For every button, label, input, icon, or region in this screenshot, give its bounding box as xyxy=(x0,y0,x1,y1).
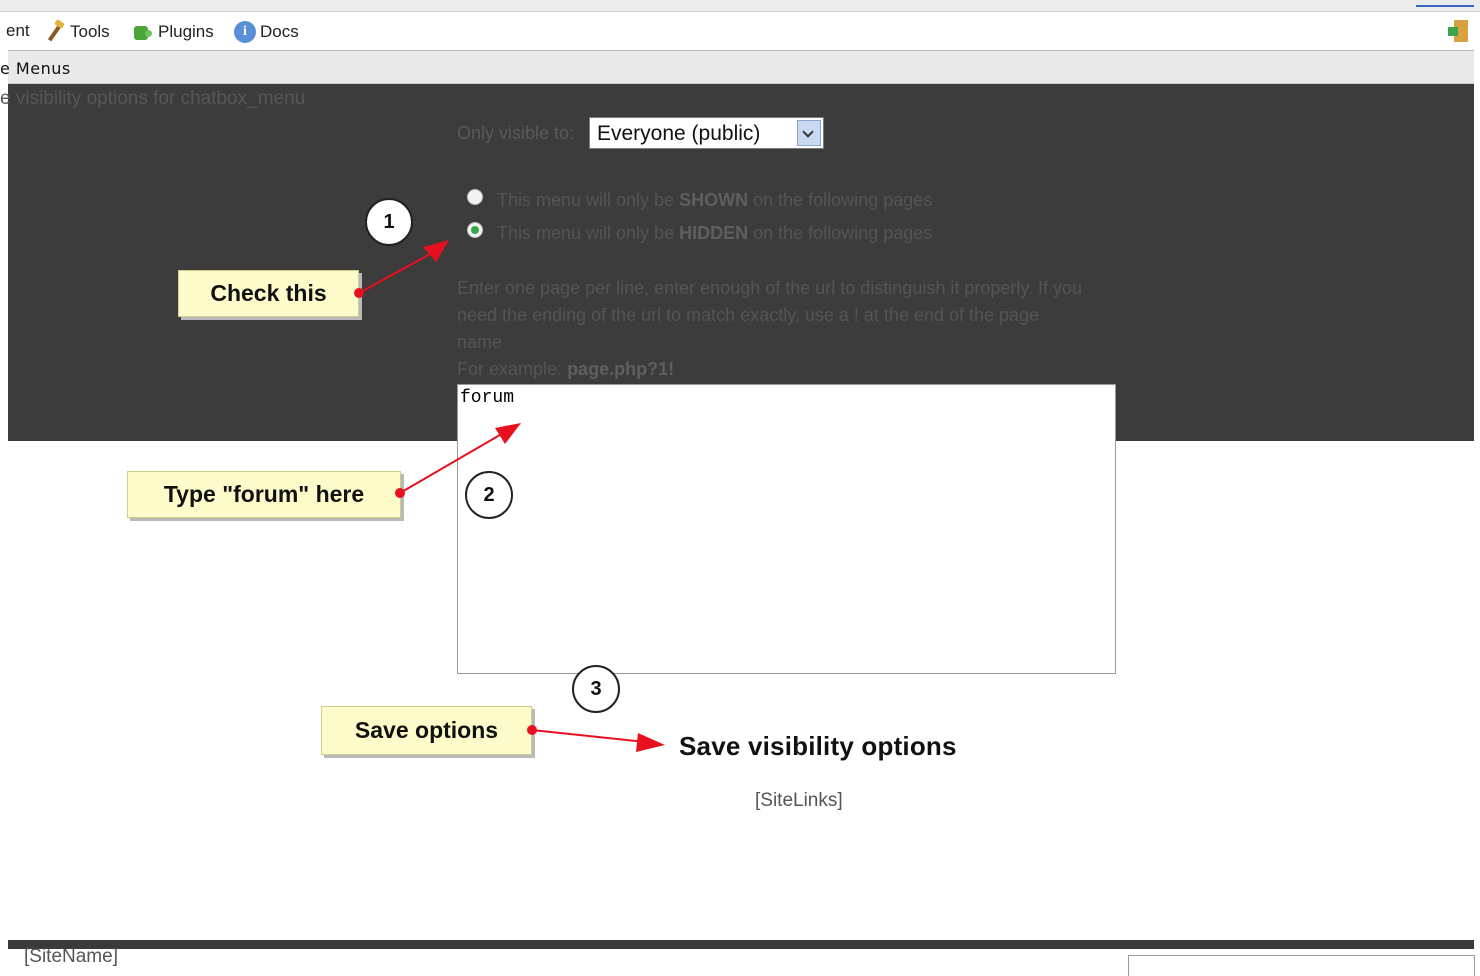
site-links: [SiteLinks] xyxy=(755,790,843,811)
arrow-3 xyxy=(527,725,665,752)
site-name: [SiteName] xyxy=(24,946,118,967)
annotation-arrows xyxy=(354,240,665,752)
footer-bar xyxy=(8,940,1474,949)
arrow-1 xyxy=(354,240,449,298)
footer-box xyxy=(1128,955,1475,976)
arrow-2 xyxy=(395,423,521,498)
save-visibility-button[interactable]: Save visibility options xyxy=(679,731,957,762)
